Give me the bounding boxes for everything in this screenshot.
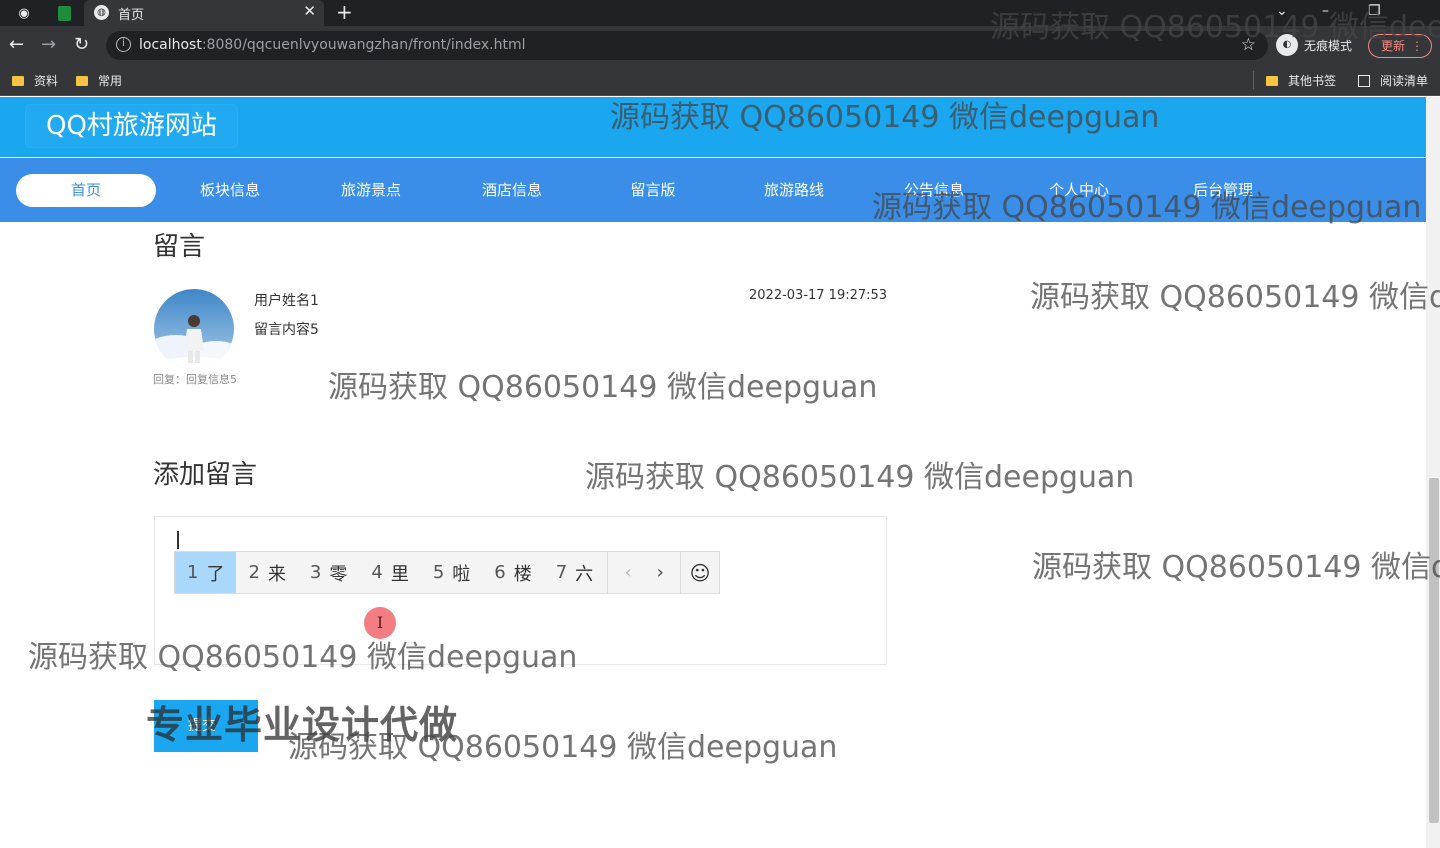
messages-heading: 留言	[153, 232, 206, 262]
avatar	[154, 289, 234, 369]
folder-icon	[12, 75, 24, 86]
bookmark-separator	[1253, 71, 1254, 89]
site-nav: 首页 板块信息 旅游景点 酒店信息 留言版 旅游路线 公告信息 个人中心 后台管…	[0, 158, 1426, 222]
back-icon[interactable]: ←	[9, 34, 24, 56]
tab-search-icon[interactable]: ⌄	[1276, 0, 1288, 22]
bookmark-folder-changyong[interactable]: 常用	[76, 72, 122, 89]
bookmark-star-icon[interactable]: ☆	[1241, 35, 1256, 55]
ime-candidate[interactable]: 6楼	[482, 552, 543, 593]
browser-tab-strip: ◉ ◍ 首页 ✕ + ⌄ – ❐	[0, 0, 1440, 26]
ime-candidate[interactable]: 4里	[359, 552, 420, 593]
watermark-text: 源码获取 QQ86050149 微信deepguan	[328, 370, 878, 405]
active-tab[interactable]: ◍ 首页 ✕	[84, 0, 324, 26]
chevron-right-icon[interactable]: ›	[644, 562, 676, 583]
message-content: 留言内容5	[254, 322, 319, 338]
reload-icon[interactable]: ↻	[74, 34, 89, 56]
ime-candidate-bar: 1了 2来 3零 4里 5啦 6楼 7六 ‹ › ☺	[174, 551, 720, 594]
tab-title: 首页	[118, 8, 145, 23]
info-icon[interactable]: i	[116, 37, 131, 52]
nav-profile[interactable]: 个人中心	[1009, 174, 1149, 207]
text-caret	[177, 531, 179, 549]
incognito-icon: ◐	[1276, 34, 1298, 56]
page-scrollbar-thumb[interactable]	[1429, 478, 1439, 823]
nav-announcements[interactable]: 公告信息	[864, 174, 1004, 207]
nav-sections[interactable]: 板块信息	[160, 174, 300, 207]
folder-icon	[76, 75, 88, 86]
bookmark-folder-ziliao[interactable]: 资料	[12, 72, 58, 89]
add-message-heading: 添加留言	[153, 460, 258, 490]
nav-guestbook[interactable]: 留言版	[583, 174, 723, 207]
restore-icon[interactable]: ❐	[1368, 0, 1381, 22]
address-bar[interactable]: i localhost:8080/qqcuenlvyouwangzhan/fro…	[106, 31, 1268, 60]
nav-hotels[interactable]: 酒店信息	[442, 174, 582, 207]
incognito-label: 无痕模式	[1304, 38, 1353, 53]
mouse-cursor-indicator: I	[364, 607, 396, 639]
watermark-text: 源码获取 QQ86050149 微信deepguan	[1032, 550, 1440, 585]
nav-routes[interactable]: 旅游路线	[724, 174, 864, 207]
new-tab-button[interactable]: +	[336, 0, 353, 24]
globe-icon[interactable]: ◉	[14, 3, 34, 23]
message-time: 2022-03-17 19:27:53	[749, 288, 888, 303]
reading-list[interactable]: 阅读清单	[1358, 72, 1428, 89]
url-text: localhost:8080/qqcuenlvyouwangzhan/front…	[139, 37, 526, 53]
watermark-text: 源码获取 QQ86050149 微信deepguan	[1030, 280, 1440, 315]
reading-list-icon	[1358, 74, 1370, 87]
nav-admin[interactable]: 后台管理	[1153, 174, 1293, 207]
watermark-text: 源码获取 QQ86050149 微信deepguan	[585, 460, 1135, 495]
minimize-icon[interactable]: –	[1322, 0, 1329, 22]
bookmarks-bar: 资料 常用 其他书签 阅读清单	[0, 64, 1440, 96]
smiley-icon[interactable]: ☺	[681, 552, 719, 593]
site-header: QQ村旅游网站	[0, 97, 1426, 157]
incognito-indicator[interactable]: ◐ 无痕模式	[1276, 34, 1352, 56]
other-bookmarks[interactable]: 其他书签	[1266, 72, 1336, 89]
globe-icon: ◍	[94, 5, 109, 20]
forward-icon[interactable]: →	[41, 34, 56, 56]
ime-candidate[interactable]: 3零	[298, 552, 359, 593]
message-user: 用户姓名1	[254, 293, 319, 309]
ime-candidate[interactable]: 7六	[544, 552, 605, 593]
site-title[interactable]: QQ村旅游网站	[26, 105, 237, 147]
close-tab-icon[interactable]: ✕	[303, 2, 316, 20]
ime-candidate[interactable]: 5啦	[421, 552, 482, 593]
chevron-left-icon[interactable]: ‹	[612, 562, 644, 583]
nav-attractions[interactable]: 旅游景点	[301, 174, 441, 207]
message-reply: 回复：回复信息5	[153, 373, 237, 386]
ime-candidate[interactable]: 1了	[175, 552, 237, 593]
folder-icon	[1266, 75, 1278, 86]
browser-toolbar: ← → ↻ i localhost:8080/qqcuenlvyouwangzh…	[0, 26, 1440, 64]
menu-dots-icon: ⋮	[1411, 39, 1423, 53]
update-button[interactable]: 更新 ⋮	[1368, 34, 1432, 58]
sheets-tab-icon[interactable]	[54, 3, 74, 23]
ime-page-controls: ‹ ›	[607, 552, 682, 593]
ime-candidate[interactable]: 2来	[236, 552, 297, 593]
overlay-banner: 专业毕业设计代做	[146, 703, 459, 747]
nav-home[interactable]: 首页	[16, 174, 156, 207]
